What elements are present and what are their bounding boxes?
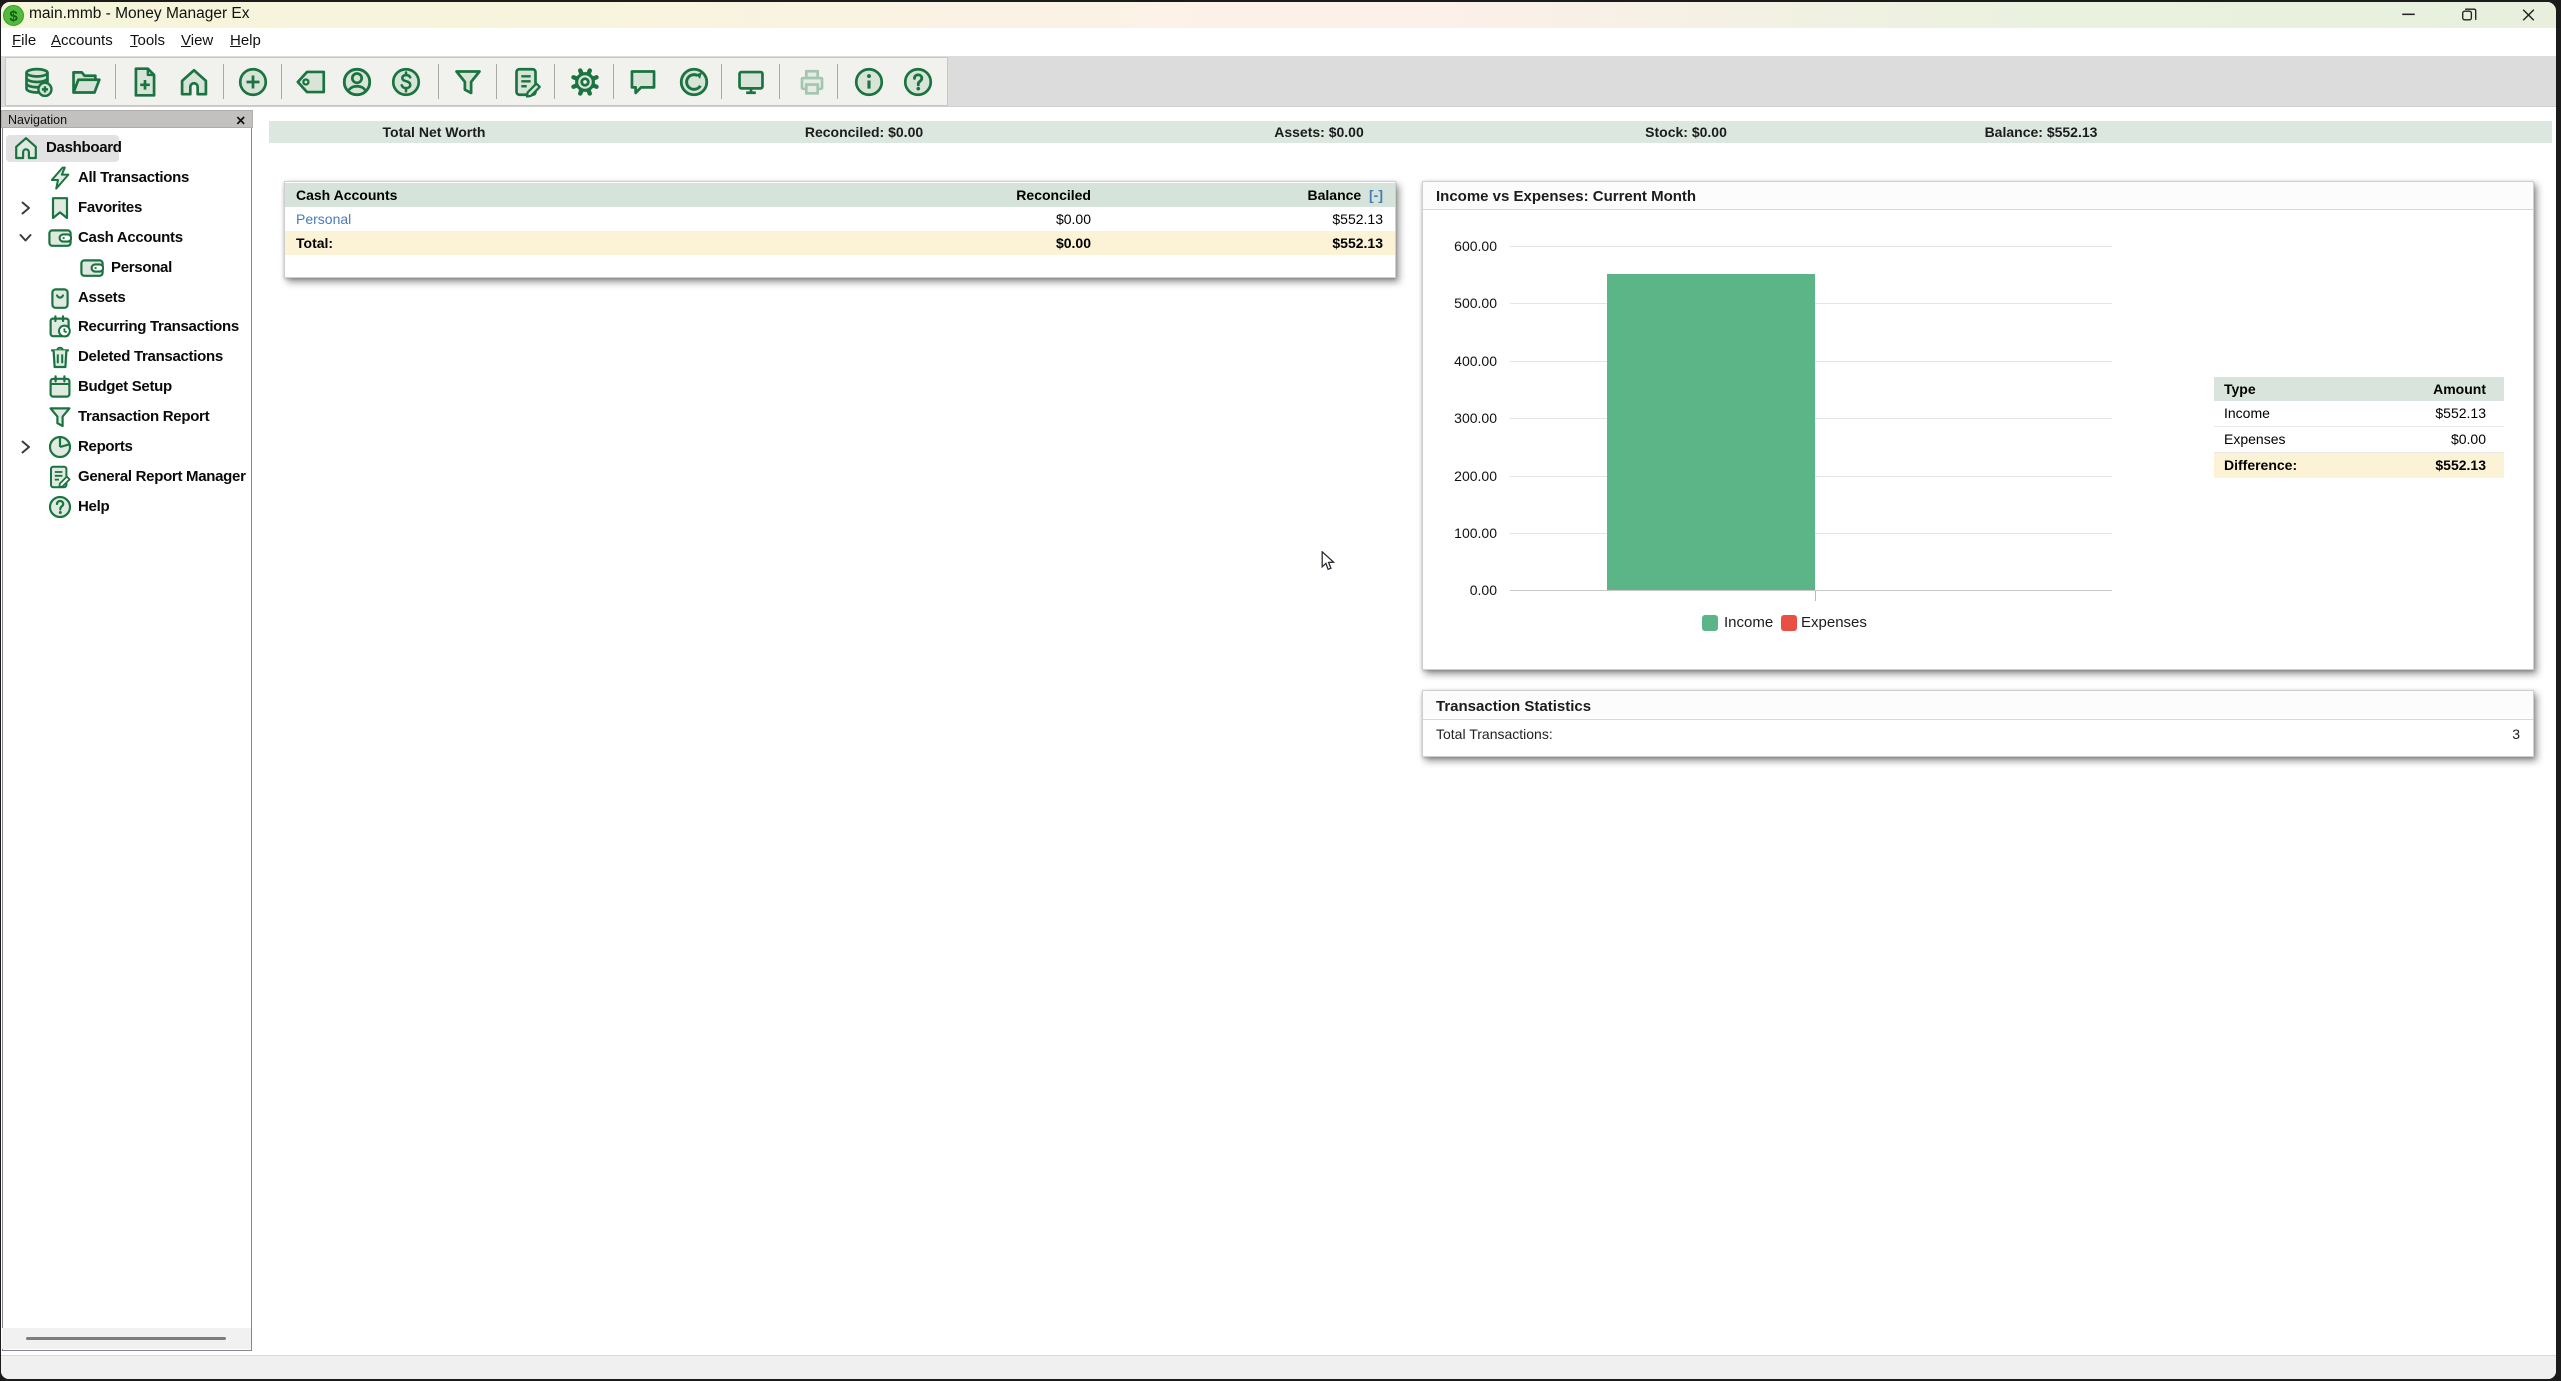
svg-text:$: $ [9,8,18,25]
